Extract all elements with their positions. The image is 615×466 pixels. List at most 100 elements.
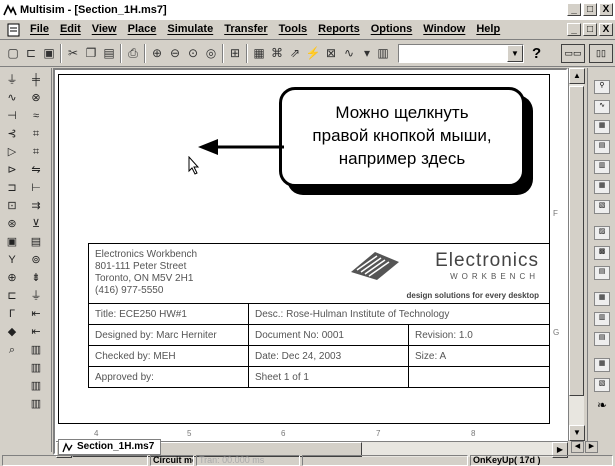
vertical-scrollbar[interactable]: ▲ ▼ — [568, 68, 585, 441]
analysis-icon[interactable]: ⊠ — [322, 44, 340, 62]
antenna-icon[interactable]: Y — [3, 252, 21, 268]
word-generator-icon[interactable]: ▦ — [594, 180, 610, 194]
menu-reports[interactable]: Reports — [318, 23, 360, 35]
print-icon[interactable]: ⎙ — [124, 44, 142, 62]
tb-approved-by[interactable]: Approved by: — [88, 366, 249, 388]
transfer-icon[interactable]: ⇗ — [286, 44, 304, 62]
multimeter-icon[interactable]: ⚲ — [594, 80, 610, 94]
junction-icon[interactable]: ⇤ — [27, 324, 45, 340]
probe-icon[interactable]: ⚡ — [304, 44, 322, 62]
zoom-in-icon[interactable]: ⊕ — [148, 44, 166, 62]
paste-icon[interactable]: ▤ — [100, 44, 118, 62]
ground-icon[interactable]: ⏚ — [27, 288, 45, 304]
postprocessor-icon[interactable]: ⌘ — [268, 44, 286, 62]
ladder-icon[interactable]: ⊢ — [27, 180, 45, 196]
distortion-analyzer-icon[interactable]: ▩ — [594, 246, 610, 260]
tb-checked-by[interactable]: Checked by: MEH — [88, 345, 249, 367]
zoom-out-icon[interactable]: ⊖ — [166, 44, 184, 62]
network-analyzer-icon[interactable]: ▦ — [594, 292, 610, 306]
combo-dropdown-icon[interactable]: ▼ — [507, 45, 523, 62]
logic-analyzer-icon[interactable]: ▧ — [594, 200, 610, 214]
copy-icon[interactable]: ❐ — [82, 44, 100, 62]
resistor-icon[interactable]: ∿ — [3, 90, 21, 106]
tab-scroll-left-icon[interactable]: ◀ — [571, 441, 584, 453]
cmos-icon[interactable]: ⌗ — [27, 144, 45, 160]
cut-icon[interactable]: ✂ — [64, 44, 82, 62]
spectrum-analyzer-icon[interactable]: ▤ — [594, 266, 610, 280]
agilent-multimeter-icon[interactable]: ▤ — [594, 332, 610, 346]
power-icon[interactable]: ▣ — [3, 234, 21, 250]
menu-place[interactable]: Place — [128, 23, 157, 35]
in-use-list-combo[interactable]: ▼ — [398, 44, 524, 63]
minimize-button[interactable]: _ — [567, 3, 581, 16]
zoom-icon[interactable]: ⌕ — [3, 342, 21, 358]
logic-icon[interactable]: ⊡ — [3, 198, 21, 214]
electromech-icon[interactable]: ⊻ — [27, 216, 45, 232]
bus-icon[interactable]: ⇤ — [27, 306, 45, 322]
basic-icon[interactable]: ╪ — [27, 72, 45, 88]
component-icon[interactable]: ⊞ — [226, 44, 244, 62]
wave-icon[interactable]: ≈ — [27, 108, 45, 124]
tb-size[interactable]: Size: A — [408, 345, 550, 367]
agilent-generator-icon[interactable]: ▦ — [594, 358, 610, 372]
oscilloscope-icon[interactable]: ▤ — [594, 140, 610, 154]
zoom-fit-icon[interactable]: ◎ — [202, 44, 220, 62]
close-button[interactable]: X — [599, 3, 613, 16]
switch-icon[interactable]: ⇟ — [27, 270, 45, 286]
ttl-icon[interactable]: ⌗ — [27, 126, 45, 142]
logic-converter-icon[interactable]: ▨ — [594, 226, 610, 240]
open-icon[interactable]: ⊏ — [22, 44, 40, 62]
menu-transfer[interactable]: Transfer — [224, 23, 267, 35]
iv-analyzer-icon[interactable]: ▥ — [594, 312, 610, 326]
vertical-scroll-thumb[interactable] — [569, 86, 584, 396]
tb-revision[interactable]: Revision: 1.0 — [408, 324, 550, 346]
gauge-icon[interactable]: ⊚ — [27, 252, 45, 268]
crystal-icon[interactable]: ⊕ — [3, 270, 21, 286]
transistor-icon[interactable]: ⊰ — [3, 126, 21, 142]
child-restore-button[interactable]: □ — [583, 23, 597, 36]
rf-icon[interactable]: ⊛ — [3, 216, 21, 232]
scroll-up-icon[interactable]: ▲ — [569, 68, 585, 84]
view-icon[interactable]: ▤ — [27, 234, 45, 250]
function-generator-icon[interactable]: ∿ — [594, 100, 610, 114]
agilent-scope-icon[interactable]: ▧ — [594, 378, 610, 392]
instrument-toggle-icon[interactable]: ▭▭ — [561, 44, 585, 63]
mss-icon[interactable]: ▥ — [27, 342, 45, 358]
source-icon[interactable]: ⏚ — [3, 72, 21, 88]
tb-document-no[interactable]: Document No: 0001 — [248, 324, 409, 346]
diode-icon[interactable]: ⊣ — [3, 108, 21, 124]
wattmeter-icon[interactable]: ▦ — [594, 120, 610, 134]
scroll-down-icon[interactable]: ▼ — [569, 425, 585, 441]
meter-icon[interactable]: ⊗ — [27, 90, 45, 106]
mss-digital-icon[interactable]: ▥ — [27, 396, 45, 412]
zoom-area-icon[interactable]: ⊙ — [184, 44, 202, 62]
menu-simulate[interactable]: Simulate — [167, 23, 213, 35]
menu-view[interactable]: View — [92, 23, 117, 35]
menu-options[interactable]: Options — [371, 23, 413, 35]
maximize-button[interactable]: □ — [583, 3, 597, 16]
save-icon[interactable]: ▣ — [40, 44, 58, 62]
menu-edit[interactable]: Edit — [60, 23, 81, 35]
relay-icon[interactable]: ⊏ — [3, 288, 21, 304]
new-icon[interactable]: ▢ — [4, 44, 22, 62]
indicator-icon[interactable]: ⊐ — [3, 180, 21, 196]
help-button[interactable]: ? — [532, 45, 541, 62]
menu-file[interactable]: File — [30, 23, 49, 35]
tb-desc[interactable]: Desc.: Rose-Hulman Institute of Technolo… — [248, 303, 550, 325]
misc-icon[interactable]: ⇉ — [27, 198, 45, 214]
tb-sheet[interactable]: Sheet 1 of 1 — [248, 366, 409, 388]
panel-toggle-icon[interactable]: ▯▯ — [589, 44, 613, 63]
child-close-button[interactable]: X — [599, 23, 613, 36]
mixed-icon[interactable]: ⇋ — [27, 162, 45, 178]
mss-analog-icon[interactable]: ▥ — [27, 378, 45, 394]
analog-icon[interactable]: ▷ — [3, 144, 21, 160]
menu-tools[interactable]: Tools — [279, 23, 308, 35]
mss-tool-icon[interactable]: ▥ — [27, 360, 45, 376]
waveform-icon[interactable]: ∿ — [340, 44, 358, 62]
menu-window[interactable]: Window — [423, 23, 465, 35]
child-minimize-button[interactable]: _ — [567, 23, 581, 36]
tb-date[interactable]: Date: Dec 24, 2003 — [248, 345, 409, 367]
tb-designed-by[interactable]: Designed by: Marc Herniter — [88, 324, 249, 346]
probe-tool-icon[interactable]: ❧ — [594, 398, 610, 412]
document-tab[interactable]: Section_1H.ms7 — [58, 439, 162, 455]
